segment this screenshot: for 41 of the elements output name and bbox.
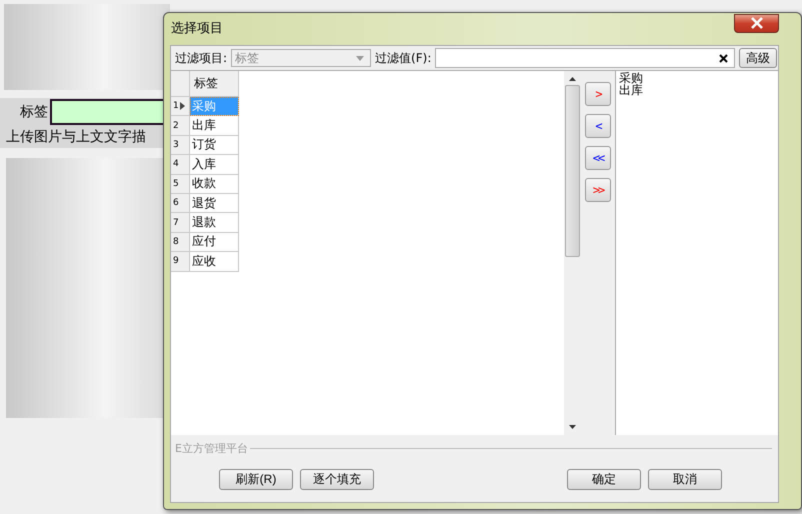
description-text: 上传图片与上文文字描 — [5, 128, 146, 146]
current-row-icon — [180, 102, 185, 110]
clear-icon[interactable] — [719, 54, 728, 62]
transfer-button[interactable]: << — [585, 146, 611, 170]
column-header[interactable]: 标签 — [190, 71, 239, 97]
table-cell[interactable]: 收款 — [190, 174, 239, 194]
row-number: 6 — [171, 194, 190, 214]
dialog-button[interactable]: 取消 — [648, 469, 722, 490]
row-number: 5 — [171, 174, 190, 194]
advanced-button[interactable]: 高级 — [739, 48, 777, 68]
row-number: 4 — [171, 155, 190, 175]
table-cell[interactable]: 出库 — [190, 116, 239, 136]
table-cell[interactable]: 入库 — [190, 155, 239, 175]
row-number: 1 — [171, 97, 190, 116]
list-item[interactable]: 出库 — [619, 84, 775, 96]
table-cell[interactable]: 退货 — [190, 194, 239, 214]
row-number: 2 — [171, 116, 190, 136]
table-cell[interactable]: 订货 — [190, 136, 239, 156]
filter-value-label: 过滤值(F): — [375, 50, 432, 66]
close-button[interactable] — [734, 14, 779, 32]
dialog-button[interactable]: 刷新(R) — [219, 469, 293, 490]
dialog-button[interactable]: 确定 — [567, 469, 641, 490]
table-cell[interactable]: 应收 — [190, 252, 239, 272]
row-number: 8 — [171, 232, 190, 252]
table-cell[interactable]: 应付 — [190, 232, 239, 252]
row-number: 3 — [171, 136, 190, 156]
filter-item-label: 过滤项目: — [175, 50, 228, 66]
field-label: 标签 — [19, 103, 49, 121]
close-icon — [750, 17, 764, 29]
window-title: 选择项目 — [171, 20, 223, 37]
scroll-down-icon[interactable] — [569, 425, 576, 429]
filter-value-field[interactable] — [435, 48, 735, 68]
transfer-button[interactable]: < — [585, 114, 611, 138]
row-number: 9 — [171, 252, 190, 272]
list-item[interactable]: 采购 — [619, 72, 775, 84]
table-cell[interactable]: 退款 — [190, 213, 239, 233]
group-label: E立方管理平台 — [175, 441, 248, 456]
row-number: 7 — [171, 213, 190, 233]
dialog-button[interactable]: 逐个填充 — [300, 469, 374, 490]
scroll-up-icon[interactable] — [569, 77, 576, 81]
dropdown-arrow-icon — [356, 56, 364, 60]
